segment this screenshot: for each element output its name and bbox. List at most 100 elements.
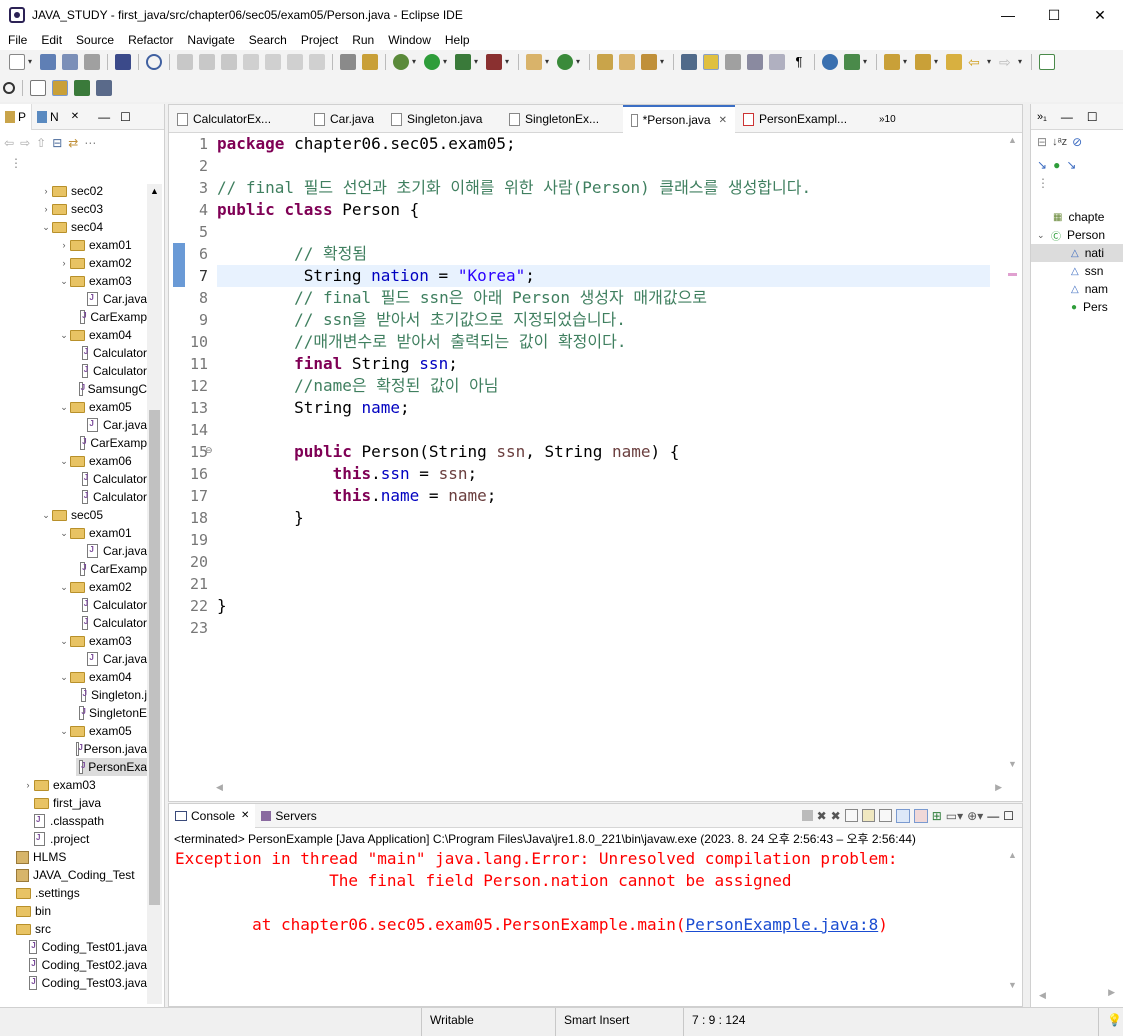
expand-chevron-icon[interactable]: ⌄ bbox=[58, 672, 70, 683]
remove-launch-icon[interactable]: ✖ bbox=[817, 809, 827, 823]
show-stderr-icon[interactable] bbox=[913, 808, 928, 823]
tree-item[interactable]: .project bbox=[22, 830, 147, 848]
expand-chevron-icon[interactable]: ⌄ bbox=[58, 528, 70, 539]
expand-chevron-icon[interactable]: ⌄ bbox=[58, 456, 70, 467]
expand-chevron-icon[interactable]: ⌄ bbox=[58, 582, 70, 593]
tree-item[interactable]: .settings bbox=[4, 884, 147, 902]
expand-chevron-icon[interactable]: ⌄ bbox=[58, 636, 70, 647]
tree-item[interactable]: › sec03 bbox=[40, 200, 147, 218]
outline-item[interactable]: ● Pers bbox=[1031, 298, 1123, 316]
expand-chevron-icon[interactable]: ⌄ bbox=[1037, 230, 1051, 241]
collapse-chevron-icon[interactable]: › bbox=[40, 186, 52, 196]
overview-marker[interactable] bbox=[1008, 273, 1017, 276]
new-icon[interactable] bbox=[9, 54, 25, 70]
tab-console[interactable]: Console ✕ bbox=[169, 803, 256, 828]
editor-horizontal-scrollbar[interactable]: ◀ ▶ bbox=[214, 781, 1004, 797]
tree-scrollbar[interactable]: ▲ bbox=[147, 184, 162, 1004]
tree-item[interactable]: ⌄ sec05 bbox=[40, 506, 147, 524]
debug-icon[interactable] bbox=[393, 54, 409, 70]
expand-chevron-icon[interactable]: ⌄ bbox=[40, 222, 52, 233]
synchronize-icon[interactable] bbox=[844, 54, 860, 70]
tree-item[interactable]: bin bbox=[4, 902, 147, 920]
tree-item[interactable]: ⌄ exam03 bbox=[58, 632, 147, 650]
menu-help[interactable]: Help bbox=[437, 30, 476, 50]
tree-item[interactable]: Calculator bbox=[76, 488, 147, 506]
tree-item[interactable]: ⌄ exam06 bbox=[58, 452, 147, 470]
print-icon[interactable] bbox=[84, 54, 100, 70]
close-button[interactable]: ✕ bbox=[1077, 0, 1123, 30]
globe-icon[interactable] bbox=[822, 54, 838, 70]
terminal-icon[interactable] bbox=[115, 54, 131, 70]
toggle-word-wrap-icon[interactable] bbox=[725, 54, 741, 70]
minimize-button[interactable]: — bbox=[985, 0, 1031, 30]
open-perspective-icon[interactable] bbox=[30, 80, 46, 96]
menu-file[interactable]: File bbox=[0, 30, 33, 50]
fold-collapse-icon[interactable]: ⊖ bbox=[205, 445, 213, 456]
block-selection-icon[interactable] bbox=[747, 54, 763, 70]
link-with-editor-icon[interactable]: ⇄ bbox=[68, 136, 78, 150]
expand-chevron-icon[interactable]: ⌄ bbox=[58, 276, 70, 287]
open-task-icon[interactable] bbox=[619, 54, 635, 70]
filter-icon[interactable]: ⋯ bbox=[84, 136, 96, 150]
show-whitespace-icon[interactable] bbox=[769, 54, 785, 70]
tree-item[interactable]: › exam03 bbox=[22, 776, 147, 794]
outline-scrollbar[interactable]: ◀ ▶ bbox=[1039, 987, 1117, 1001]
close-icon[interactable]: ✕ bbox=[71, 111, 79, 122]
view-menu-icon[interactable]: ⋮ bbox=[1031, 176, 1123, 200]
close-icon[interactable]: ✕ bbox=[241, 810, 249, 821]
tree-item[interactable]: SamsungC bbox=[76, 380, 147, 398]
tab-servers[interactable]: Servers bbox=[255, 804, 322, 828]
tree-item[interactable]: Coding_Test02.java bbox=[22, 956, 147, 974]
tree-item[interactable]: CarExamp bbox=[76, 308, 147, 326]
java-ee-perspective-icon[interactable] bbox=[96, 80, 112, 96]
tree-item[interactable]: Calculator bbox=[76, 614, 147, 632]
menu-window[interactable]: Window bbox=[380, 30, 437, 50]
toggle-mark-occurrences-icon[interactable] bbox=[703, 54, 719, 70]
maximize-view-icon[interactable]: ☐ bbox=[1087, 110, 1098, 124]
minimize-view-icon[interactable]: — bbox=[98, 110, 110, 124]
coverage-icon[interactable] bbox=[455, 54, 471, 70]
dropdown-arrow-icon[interactable]: ▾ bbox=[443, 54, 450, 70]
menu-project[interactable]: Project bbox=[293, 30, 344, 50]
back-icon[interactable]: ⇦ bbox=[968, 54, 984, 70]
tree-item[interactable]: Car.java bbox=[76, 416, 147, 434]
dropdown-arrow-icon[interactable]: ▾ bbox=[576, 54, 583, 70]
minimize-view-icon[interactable]: — bbox=[1061, 110, 1073, 124]
hide-fields-icon[interactable]: ⊘ bbox=[1072, 135, 1082, 149]
tree-item[interactable]: ⌄ exam05 bbox=[58, 398, 147, 416]
tree-item[interactable]: JAVA_Coding_Test bbox=[4, 866, 147, 884]
tree-item[interactable]: ⌄ exam05 bbox=[58, 722, 147, 740]
tree-item[interactable]: CarExamp bbox=[76, 434, 147, 452]
pin-console-icon[interactable]: ⊞ bbox=[932, 809, 942, 823]
tree-item[interactable]: Person.java bbox=[76, 740, 147, 758]
outline-tab-icon[interactable]: »₁ bbox=[1037, 111, 1047, 123]
open-type-icon[interactable] bbox=[597, 54, 613, 70]
menu-navigate[interactable]: Navigate bbox=[179, 30, 240, 50]
collapse-chevron-icon[interactable]: › bbox=[40, 204, 52, 214]
expand-chevron-icon[interactable]: ⌄ bbox=[40, 510, 52, 521]
code-area[interactable]: package chapter06.sec05.exam05; // final… bbox=[217, 133, 990, 773]
collapse-all-icon[interactable]: ⊟ bbox=[1037, 135, 1047, 149]
collapse-chevron-icon[interactable]: › bbox=[58, 240, 70, 250]
hide-local-types-icon[interactable]: ↘ bbox=[1066, 158, 1076, 172]
menu-search[interactable]: Search bbox=[241, 30, 293, 50]
tab-person-java[interactable]: *Person.java ✕ bbox=[623, 105, 735, 133]
new-class-icon[interactable] bbox=[557, 54, 573, 70]
tab-singleton-java[interactable]: Singleton.java bbox=[383, 105, 501, 133]
pin-editor-icon[interactable] bbox=[1039, 54, 1055, 70]
view-menu-icon[interactable]: ⋮ bbox=[0, 156, 164, 182]
search-icon[interactable] bbox=[641, 54, 657, 70]
tree-item[interactable]: Singleton.j bbox=[76, 686, 147, 704]
tree-item[interactable]: first_java bbox=[22, 794, 147, 812]
hide-static-icon[interactable]: ↘ bbox=[1037, 158, 1047, 172]
menu-edit[interactable]: Edit bbox=[33, 30, 68, 50]
close-icon[interactable]: ✕ bbox=[719, 115, 727, 126]
last-edit-icon[interactable] bbox=[946, 54, 962, 70]
tree-item[interactable]: HLMS bbox=[4, 848, 147, 866]
maximize-button[interactable]: ☐ bbox=[1031, 0, 1077, 30]
tree-item[interactable]: Calculator bbox=[76, 470, 147, 488]
skip-breakpoints-icon[interactable] bbox=[146, 54, 162, 70]
maximize-view-icon[interactable]: ☐ bbox=[120, 110, 131, 124]
more-tabs-button[interactable]: »10 bbox=[871, 105, 901, 133]
clear-console-icon[interactable] bbox=[844, 809, 858, 822]
